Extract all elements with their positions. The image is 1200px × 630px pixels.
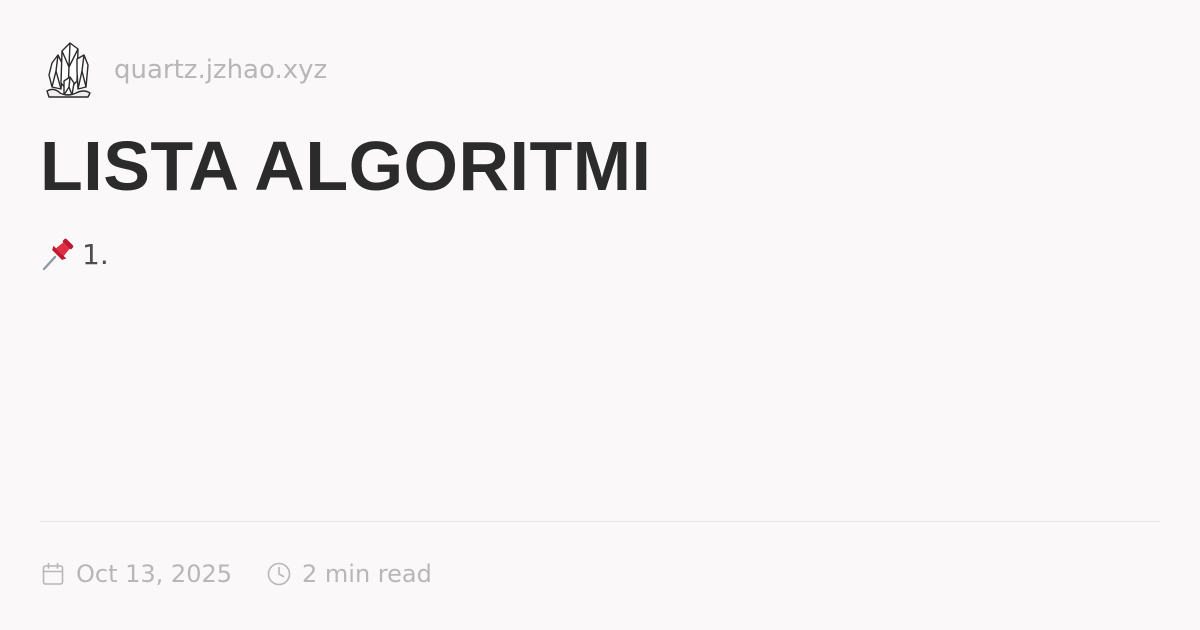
reading-time-meta: 2 min read — [266, 560, 432, 588]
clock-icon — [267, 562, 291, 586]
page-title: LISTA ALGORITMI — [40, 127, 652, 205]
publish-date: Oct 13, 2025 — [76, 560, 232, 588]
footer-divider — [40, 521, 1160, 522]
og-card: quartz.jzhao.xyz LISTA ALGORITMI 1. Oct … — [40, 0, 1160, 630]
pushpin-icon — [42, 238, 74, 271]
crystal-cluster-icon — [46, 42, 91, 98]
site-header: quartz.jzhao.xyz — [44, 40, 327, 100]
page-meta: Oct 13, 2025 2 min read — [40, 555, 432, 593]
page-excerpt: 1. — [40, 236, 109, 272]
reading-time: 2 min read — [302, 560, 432, 588]
excerpt-text: 1. — [82, 237, 109, 271]
date-meta: Oct 13, 2025 — [40, 560, 232, 588]
calendar-icon — [42, 562, 64, 585]
site-url[interactable]: quartz.jzhao.xyz — [114, 55, 327, 85]
